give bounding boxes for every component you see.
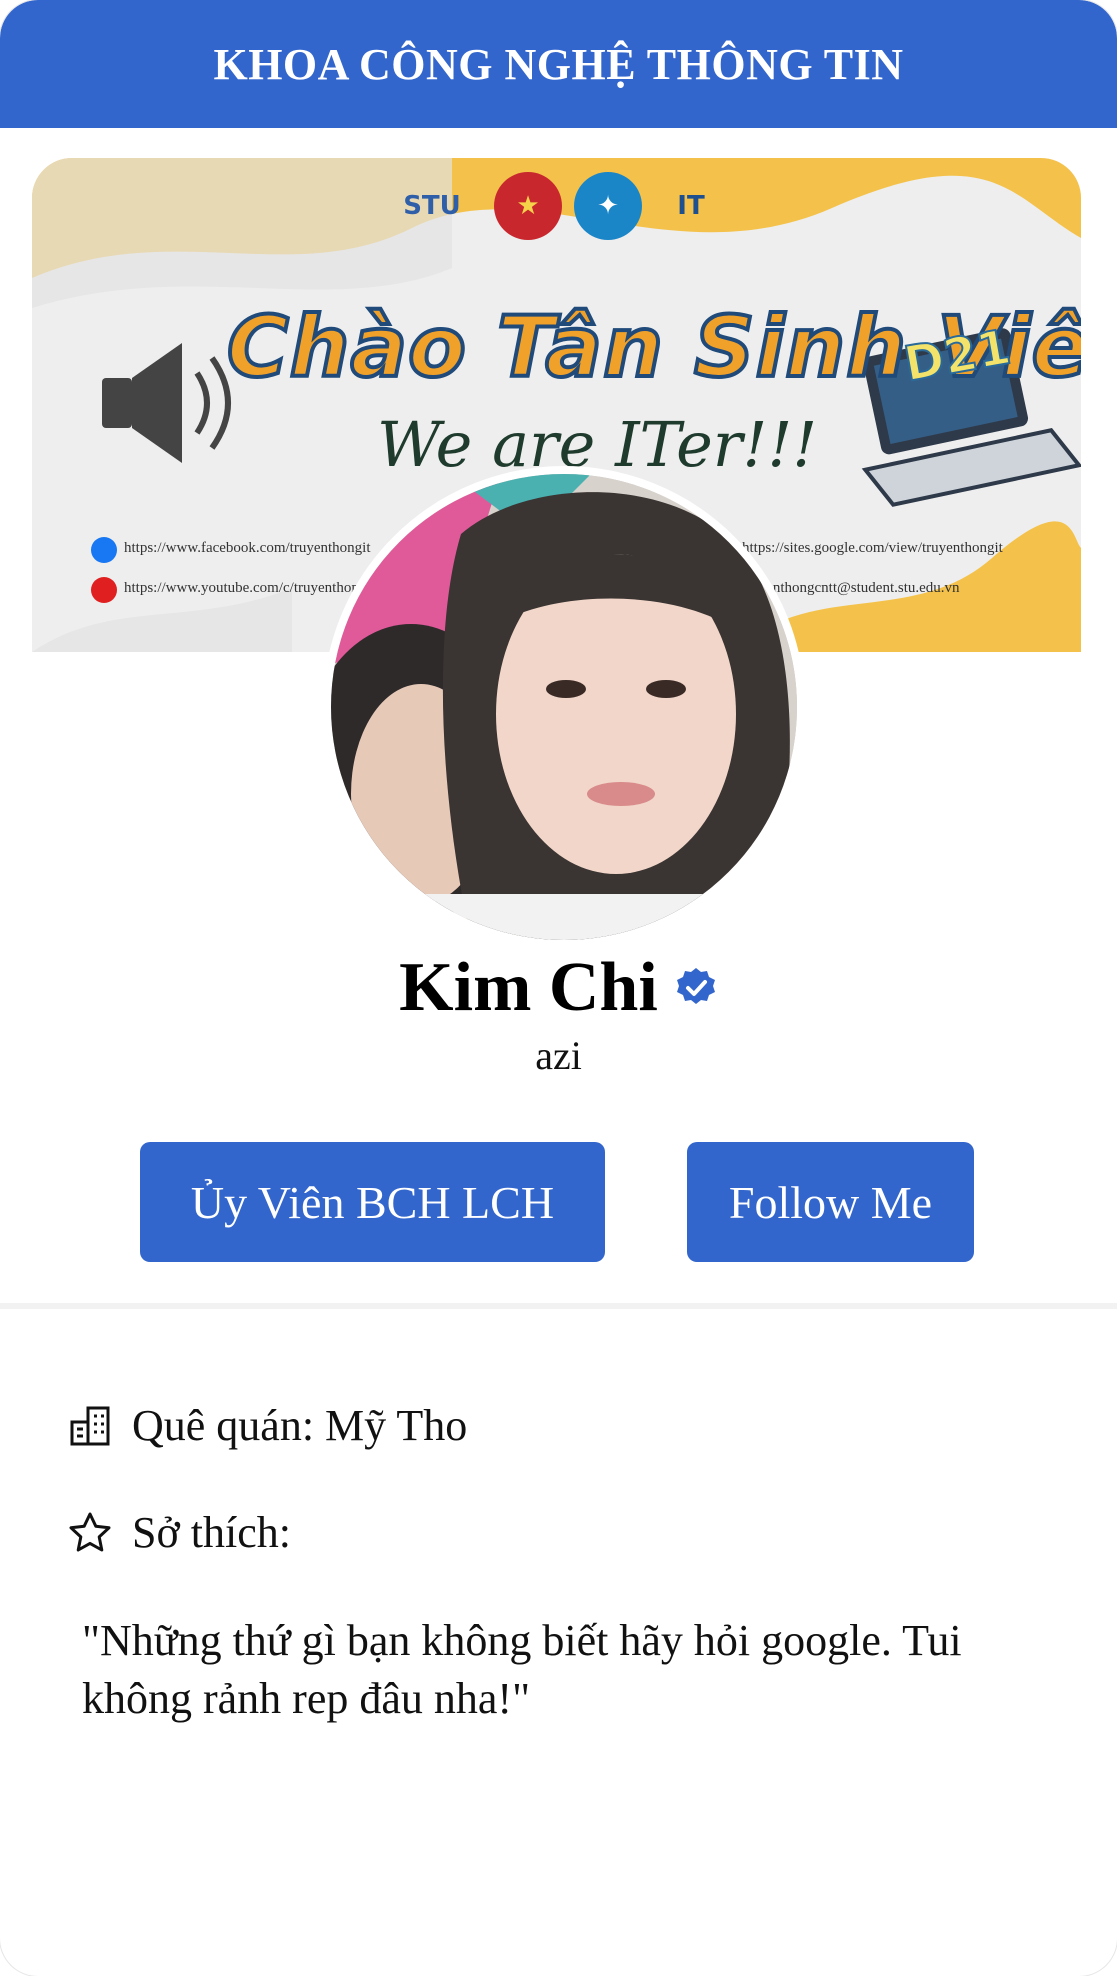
youth-union-logo: ★ bbox=[494, 172, 562, 240]
section-divider bbox=[0, 1303, 1117, 1309]
name-row: Kim Chi bbox=[0, 948, 1117, 1028]
hobbies-row: Sở thích: bbox=[68, 1507, 291, 1558]
star-icon bbox=[69, 1512, 111, 1551]
avatar bbox=[323, 466, 805, 948]
hometown-text: Quê quán: Mỹ Tho bbox=[132, 1401, 468, 1450]
hobbies-text: Sở thích: bbox=[132, 1508, 291, 1557]
building-icon bbox=[70, 1406, 110, 1445]
facebook-link: https://www.facebook.com/truyenthongit bbox=[124, 540, 371, 556]
stu-logo: STU bbox=[403, 191, 461, 221]
profile-quote: "Những thứ gì bạn không biết hãy hỏi goo… bbox=[82, 1616, 962, 1723]
header-bar: KHOA CÔNG NGHỆ THÔNG TIN bbox=[0, 0, 1117, 128]
it-logo: IT bbox=[677, 191, 705, 221]
hometown-row: Quê quán: Mỹ Tho bbox=[68, 1400, 467, 1451]
header-title: KHOA CÔNG NGHỆ THÔNG TIN bbox=[213, 39, 904, 89]
role-button[interactable]: Ủy Viên BCH LCH bbox=[140, 1142, 605, 1262]
verified-badge-icon bbox=[676, 968, 715, 1004]
youtube-link: https://www.youtube.com/c/truyenthongit bbox=[124, 580, 375, 596]
avatar-photo bbox=[331, 474, 797, 940]
student-association-logo: ✦ bbox=[574, 172, 642, 240]
profile-name: Kim Chi bbox=[399, 949, 658, 1026]
profile-handle: azi bbox=[535, 1033, 582, 1078]
profile-card: KHOA CÔNG NGHỆ THÔNG TIN STU ★ ✦ IT Chào… bbox=[0, 0, 1117, 1976]
follow-button[interactable]: Follow Me bbox=[687, 1142, 974, 1262]
sites-link: https://sites.google.com/view/truyenthon… bbox=[742, 540, 1003, 556]
